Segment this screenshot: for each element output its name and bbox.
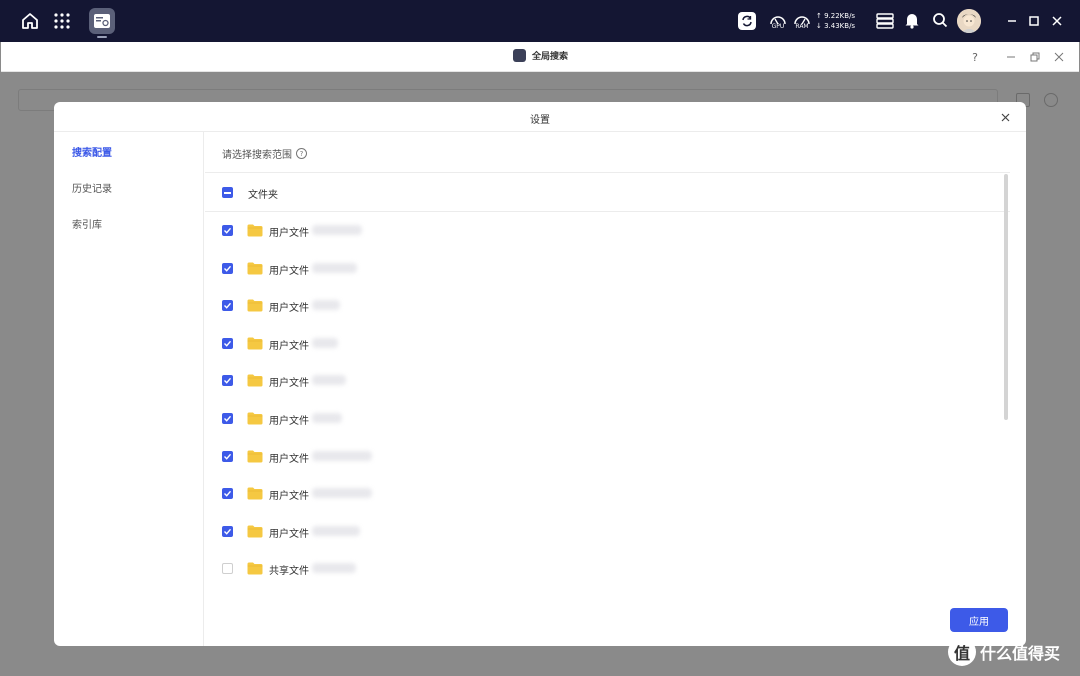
folder-name: 用户文件 (269, 303, 309, 315)
watermark-text: 什么值得买 (980, 644, 1061, 663)
folder-checkbox[interactable] (222, 375, 233, 387)
folder-name: 用户文件 (269, 491, 309, 503)
folder-name: 共享文件 (269, 566, 309, 578)
apply-button[interactable]: 应用 (950, 608, 1008, 632)
folder-checkbox[interactable] (222, 413, 233, 424)
watermark-logo: 值 (948, 638, 976, 666)
close-icon[interactable] (1047, 11, 1067, 31)
background-settings-icon (1044, 93, 1058, 107)
folder-row[interactable]: 用户文件 (205, 287, 1010, 324)
folder-checkbox[interactable] (222, 563, 233, 575)
redacted-folder-suffix (312, 337, 338, 348)
search-scope-label: 请选择搜索范围 ? (222, 146, 307, 161)
folder-row[interactable]: 用户文件 (205, 400, 1010, 437)
folder-name: 用户文件 (269, 416, 309, 427)
global-search-app-icon[interactable] (89, 8, 115, 34)
folder-checkbox[interactable] (222, 450, 233, 462)
settings-dialog: 设置 搜索配置 历史记录 索引库 请选择搜索范围 ? 文件夹 用户文件 用户文件用… (54, 102, 1026, 646)
minimize-icon[interactable] (1002, 11, 1022, 31)
folder-row[interactable]: 用户文件 (205, 362, 1010, 399)
folder-row[interactable]: 用户文件 (205, 438, 1010, 475)
folder-checkbox[interactable] (222, 262, 233, 274)
watermark: 值 什么值得买 (948, 638, 1060, 666)
folder-row[interactable]: 用户文件 (205, 475, 1010, 512)
ram-label: RAM (795, 22, 809, 30)
folder-row[interactable]: 用户文件 (205, 513, 1010, 550)
settings-content: 请选择搜索范围 ? 文件夹 用户文件 用户文件 用户文件 用户文件 用户文件 用户文件 用户… (205, 132, 1026, 646)
folder-checkbox[interactable] (222, 300, 233, 312)
redacted-folder-suffix (312, 262, 357, 273)
search-scope-text: 请选择搜索范围 (222, 150, 292, 161)
gpu-gauge-icon[interactable]: GPU (766, 8, 790, 34)
folder-icon (247, 448, 263, 463)
folder-list-header: 文件夹 (205, 172, 1010, 212)
folder-checkbox[interactable] (222, 488, 233, 500)
help-circle-icon[interactable]: ? (296, 148, 307, 159)
gpu-label: GPU (771, 22, 785, 30)
folder-name: 用户文件 (269, 453, 309, 465)
folder-icon (247, 523, 263, 538)
dialog-title: 设置 (530, 115, 550, 126)
home-icon[interactable] (18, 9, 42, 33)
folder-icon (247, 297, 263, 312)
folder-name: 用户文件 (269, 378, 309, 390)
folder-checkbox[interactable] (222, 525, 233, 537)
folder-checkbox[interactable] (222, 225, 233, 236)
select-all-checkbox[interactable] (222, 187, 233, 198)
folder-row[interactable]: 用户文件 (205, 212, 1010, 249)
window-title: 全局搜索 (513, 49, 568, 62)
folder-column-header: 文件夹 (248, 190, 278, 201)
window-minimize-icon[interactable] (1003, 49, 1019, 65)
folder-icon (247, 260, 263, 275)
app-grid-icon[interactable] (50, 9, 74, 33)
folder-row[interactable]: 用户文件 (205, 250, 1010, 287)
redacted-folder-suffix (312, 525, 360, 536)
redacted-folder-suffix (312, 375, 346, 386)
ram-gauge-icon[interactable]: RAM (790, 8, 814, 34)
bell-icon[interactable] (902, 10, 922, 30)
window-close-icon[interactable] (1051, 49, 1067, 65)
network-speed[interactable]: ↑ 9.22KB/s ↓ 3.43KB/s (816, 11, 855, 31)
system-taskbar: GPU RAM ↑ 9.22KB/s ↓ 3.43KB/s (0, 0, 1080, 42)
dialog-header: 设置 (54, 102, 1026, 132)
folder-row[interactable]: 共享文件 (205, 550, 1010, 587)
sidebar-item-search-config[interactable]: 搜索配置 (72, 144, 112, 159)
folder-icon (247, 372, 263, 387)
redacted-folder-suffix (312, 450, 372, 461)
sidebar-item-index[interactable]: 索引库 (72, 216, 102, 231)
folder-checkbox[interactable] (222, 337, 233, 349)
window-title-text: 全局搜索 (532, 52, 569, 62)
folder-row[interactable]: 用户文件 (205, 325, 1010, 362)
help-button[interactable]: ? (967, 49, 983, 65)
maximize-icon[interactable] (1024, 11, 1044, 31)
redacted-folder-suffix (312, 225, 362, 235)
redacted-folder-suffix (312, 488, 372, 499)
sync-icon[interactable] (736, 10, 758, 32)
settings-sidebar: 搜索配置 历史记录 索引库 (54, 132, 204, 646)
redacted-folder-suffix (312, 300, 340, 311)
sidebar-item-history[interactable]: 历史记录 (72, 180, 112, 195)
active-app-indicator (97, 36, 107, 38)
window-titlebar: 全局搜索 ? (1, 42, 1079, 72)
folder-icon (247, 335, 263, 350)
folder-icon (247, 410, 263, 425)
redacted-folder-suffix (312, 413, 342, 423)
dialog-close-icon[interactable] (998, 110, 1012, 124)
server-status-icon[interactable] (875, 11, 895, 31)
user-avatar[interactable] (957, 9, 981, 33)
net-up-speed: ↑ 9.22KB/s (816, 12, 856, 20)
net-down-speed: ↓ 3.43KB/s (816, 22, 856, 30)
folder-name: 用户文件 (269, 340, 309, 352)
app-icon (513, 49, 526, 62)
folder-name: 用户文件 (269, 228, 309, 239)
window-restore-icon[interactable] (1027, 49, 1043, 65)
folder-icon (247, 560, 263, 575)
redacted-folder-suffix (312, 563, 356, 574)
folder-name: 用户文件 (269, 265, 309, 277)
folder-name: 用户文件 (269, 528, 309, 540)
search-icon[interactable] (930, 10, 950, 30)
folder-icon (247, 222, 263, 237)
folder-icon (247, 485, 263, 500)
